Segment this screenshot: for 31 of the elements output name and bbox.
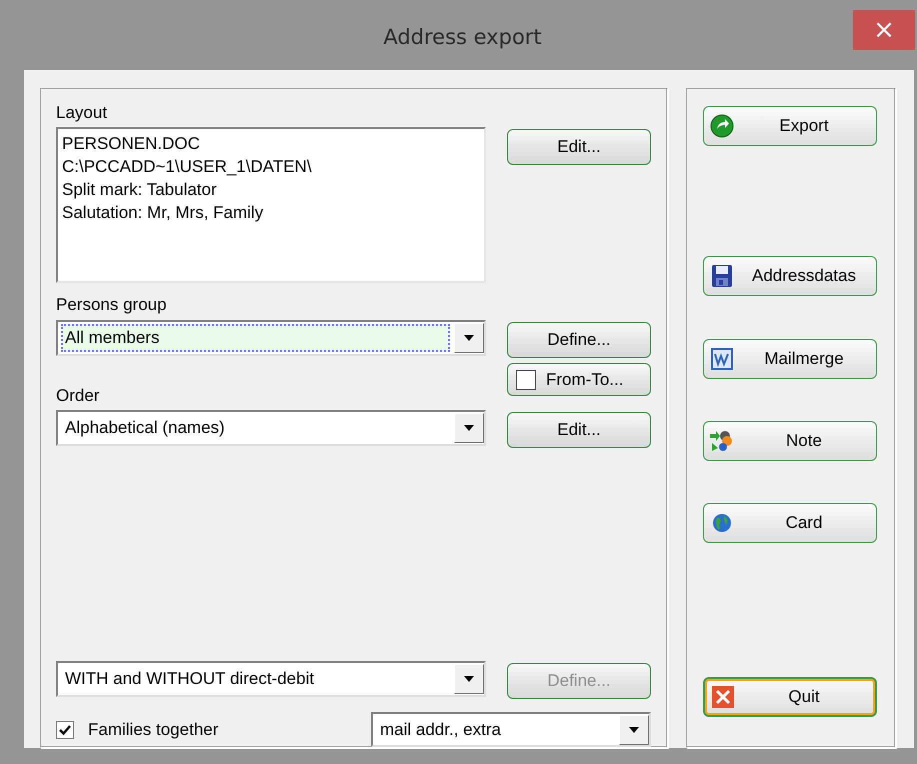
- window-title: Address export: [383, 25, 542, 49]
- close-button[interactable]: ×: [853, 10, 915, 50]
- layout-info-line: Salutation: Mr, Mrs, Family: [62, 202, 264, 224]
- action-button[interactable]: Export: [703, 106, 877, 146]
- persons-group-dropdown[interactable]: All members: [56, 320, 486, 356]
- action-button[interactable]: Addressdatas: [703, 256, 877, 296]
- arrow-circle-icon: [709, 114, 735, 138]
- save-icon: [709, 264, 735, 288]
- action-button[interactable]: Card: [703, 503, 877, 543]
- layout-label: Layout: [56, 102, 108, 124]
- define-button[interactable]: Define...: [507, 322, 651, 358]
- checkbox[interactable]: [516, 370, 536, 390]
- families-together-label: Families together: [88, 720, 218, 740]
- people-icon: [709, 429, 735, 453]
- layout-info-line: C:\PCCADD~1\USER_1\DATEN\: [62, 156, 313, 178]
- action-button[interactable]: Note: [703, 421, 877, 461]
- layout-info-line: PERSONEN.DOC: [62, 133, 201, 155]
- direct-debit-dropdown[interactable]: WITH and WITHOUT direct-debit: [56, 661, 486, 697]
- order-dropdown[interactable]: Alphabetical (names): [56, 410, 486, 446]
- layout-info-line: Split mark: Tabulator: [62, 179, 218, 201]
- document-icon: [709, 348, 735, 370]
- address-type-dropdown[interactable]: mail addr., extra: [371, 712, 651, 747]
- from-to-button[interactable]: From-To...: [507, 363, 651, 396]
- checkbox[interactable]: [56, 720, 74, 738]
- edit-button[interactable]: Edit...: [507, 412, 651, 448]
- close-icon: [710, 686, 736, 708]
- edit-button[interactable]: Edit...: [507, 129, 651, 165]
- persons-group-label: Persons group: [56, 294, 167, 316]
- order-label: Order: [56, 385, 100, 407]
- action-button[interactable]: Mailmerge: [703, 339, 877, 379]
- action-button[interactable]: Quit: [703, 677, 877, 717]
